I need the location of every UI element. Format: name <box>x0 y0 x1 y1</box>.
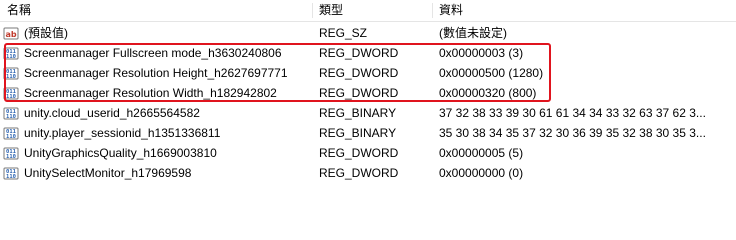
value-name: unity.player_sessionid_h1351336811 <box>24 126 221 140</box>
binary-value-icon: 011 110 <box>3 65 19 81</box>
value-name: Screenmanager Fullscreen mode_h363024080… <box>24 46 282 60</box>
value-data: 37 32 38 33 39 30 61 61 34 34 33 32 63 3… <box>439 106 706 120</box>
svg-text:110: 110 <box>6 154 16 160</box>
binary-value-icon: 011 110 <box>3 125 19 141</box>
value-type: REG_SZ <box>319 26 368 40</box>
svg-text:110: 110 <box>6 174 16 180</box>
value-type: REG_DWORD <box>319 46 399 60</box>
svg-text:110: 110 <box>6 94 16 100</box>
value-name: Screenmanager Resolution Width_h18294280… <box>24 86 277 100</box>
registry-value-row[interactable]: 011 110 Screenmanager Fullscreen mode_h363… <box>0 43 736 63</box>
value-data: 0x00000000 (0) <box>439 166 524 180</box>
value-name: unity.cloud_userid_h2665564582 <box>24 106 200 120</box>
column-header-type[interactable]: 類型 <box>319 0 343 21</box>
binary-value-icon: 011 110 <box>3 85 19 101</box>
value-type: REG_DWORD <box>319 86 399 100</box>
value-name: (預設值) <box>24 26 68 40</box>
value-name: Screenmanager Resolution Height_h2627697… <box>24 66 288 80</box>
column-header: 名稱 類型 資料 <box>0 0 736 22</box>
registry-value-row[interactable]: 011 110 unity.cloud_userid_h2665564582 REG_… <box>0 103 736 123</box>
registry-value-row[interactable]: 011 110 UnitySelectMonitor_h17969598 REG_DW… <box>0 163 736 183</box>
value-data: (數值未設定) <box>439 26 507 40</box>
value-name: UnitySelectMonitor_h17969598 <box>24 166 192 180</box>
column-header-name[interactable]: 名稱 <box>7 0 31 21</box>
value-data: 0x00000320 (800) <box>439 86 537 100</box>
value-type: REG_DWORD <box>319 146 399 160</box>
svg-text:110: 110 <box>6 54 16 60</box>
column-header-data[interactable]: 資料 <box>439 0 463 21</box>
binary-value-icon: 011 110 <box>3 45 19 61</box>
value-type: REG_DWORD <box>319 166 399 180</box>
binary-value-icon: 011 110 <box>3 165 19 181</box>
value-data: 0x00000005 (5) <box>439 146 524 160</box>
binary-value-icon: 011 110 <box>3 145 19 161</box>
svg-text:110: 110 <box>6 114 16 120</box>
value-data: 0x00000500 (1280) <box>439 66 544 80</box>
value-data: 0x00000003 (3) <box>439 46 524 60</box>
registry-value-row[interactable]: 011 110 UnityGraphicsQuality_h1669003810 RE… <box>0 143 736 163</box>
column-divider[interactable] <box>312 3 313 18</box>
registry-value-row[interactable]: 011 110 Screenmanager Resolution Height_h2… <box>0 63 736 83</box>
column-divider[interactable] <box>432 3 433 18</box>
registry-value-row[interactable]: ab (預設值) REG_SZ (數值未設定) <box>0 23 736 43</box>
value-type: REG_DWORD <box>319 66 399 80</box>
value-name: UnityGraphicsQuality_h1669003810 <box>24 146 217 160</box>
string-value-icon: ab <box>3 25 19 41</box>
svg-text:110: 110 <box>6 74 16 80</box>
binary-value-icon: 011 110 <box>3 105 19 121</box>
value-data: 35 30 38 34 35 37 32 30 36 39 35 32 38 3… <box>439 126 706 140</box>
registry-value-row[interactable]: 011 110 unity.player_sessionid_h1351336811… <box>0 123 736 143</box>
value-type: REG_BINARY <box>319 106 397 120</box>
registry-value-row[interactable]: 011 110 Screenmanager Resolution Width_h18… <box>0 83 736 103</box>
value-type: REG_BINARY <box>319 126 397 140</box>
svg-text:110: 110 <box>6 134 16 140</box>
svg-text:ab: ab <box>5 30 16 39</box>
